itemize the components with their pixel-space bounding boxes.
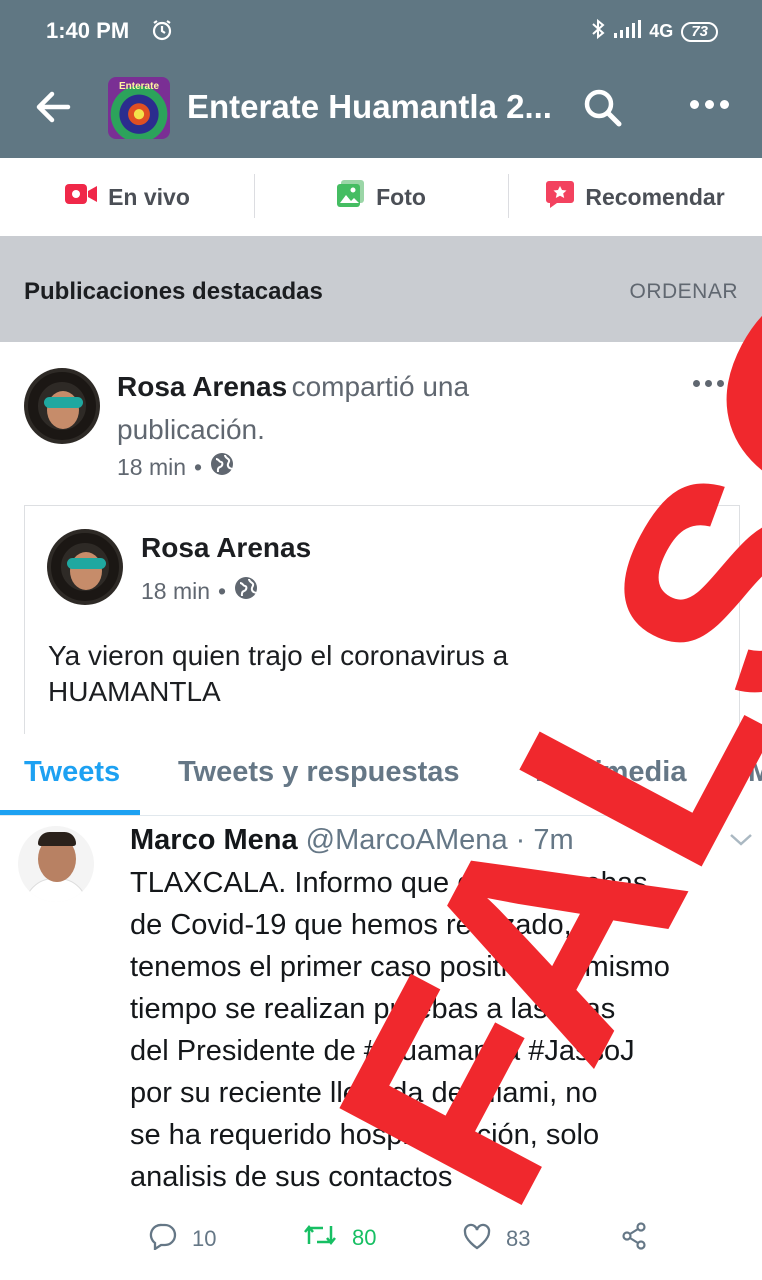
tweet-handle: @MarcoAMena: [305, 824, 508, 856]
separator-dot: •: [218, 577, 227, 604]
tweet-line: tenemos el primer caso positivo, al mism…: [130, 951, 670, 983]
live-label: En vivo: [108, 183, 190, 210]
post-options-icon[interactable]: [693, 380, 724, 387]
share-icon: [620, 1222, 648, 1250]
featured-section-header: Publicaciones destacadas ORDENAR: [0, 236, 762, 342]
recommend-label: Recomendar: [585, 183, 725, 210]
shared-time[interactable]: 18 min: [141, 578, 210, 605]
section-title: Publicaciones destacadas: [24, 278, 323, 305]
sort-button[interactable]: ORDENAR: [629, 280, 738, 304]
post-card: Rosa Arenas compartió una publicación. 1…: [0, 342, 762, 1280]
chevron-down-icon: [728, 832, 754, 853]
tweet-screenshot[interactable]: Tweets Tweets y respuestas Multimedia M …: [0, 734, 762, 1280]
shared-meta: 18 min •: [141, 576, 258, 606]
tweet-author: Marco Mena: [130, 824, 298, 856]
live-video-icon: [64, 181, 98, 213]
globe-icon: [234, 576, 258, 606]
like-count-group: 83: [462, 1222, 530, 1256]
shared-avatar[interactable]: [47, 529, 123, 605]
retweet-icon: [302, 1222, 338, 1254]
reply-icon: [148, 1222, 178, 1256]
avatar[interactable]: [24, 368, 100, 444]
post-action: compartió una: [291, 371, 470, 402]
post-action-2: publicación.: [117, 414, 265, 445]
tweet-line: del Presidente de #Huamantla #JassoJ: [130, 1035, 635, 1067]
photo-button[interactable]: Foto: [254, 158, 508, 236]
retweet-count: 80: [352, 1225, 377, 1250]
shared-text-line: HUAMANTLA: [48, 676, 221, 707]
shared-post-text: Ya vieron quien trajo el coronavirus a H…: [48, 638, 708, 710]
photo-label: Foto: [376, 183, 426, 210]
like-count: 83: [506, 1226, 531, 1251]
group-title[interactable]: Enterate Huamantla 2...: [187, 88, 557, 126]
alarm-icon: [150, 18, 174, 47]
divider: [0, 815, 712, 816]
photo-icon: [336, 179, 366, 215]
heart-icon: [462, 1222, 492, 1256]
tab-more: M: [748, 756, 762, 788]
status-time: 1:40 PM: [46, 18, 130, 43]
tweet-line: de Covid-19 que hemos realizado,: [130, 909, 572, 941]
tweet-line: tiempo se realizan pruebas a las hijas: [130, 993, 616, 1025]
live-button[interactable]: En vivo: [0, 158, 254, 236]
signal-icon: [613, 19, 642, 44]
tab-media: Multimedia: [535, 756, 687, 788]
network-type: 4G: [649, 21, 674, 41]
search-icon[interactable]: [582, 87, 624, 134]
tweet-actions: 10 80 83: [148, 1222, 748, 1262]
recommend-button[interactable]: Recomendar: [508, 158, 762, 236]
retweet-count-group: 80: [302, 1222, 376, 1254]
composer-actions: En vivo Foto Recomendar: [0, 158, 762, 236]
tweet-text: TLAXCALA. Informo que de las pruebas de …: [130, 862, 750, 1198]
shared-author[interactable]: Rosa Arenas: [141, 532, 311, 564]
app-header: 1:40 PM 4G 73 Enterate Enterate Huamantl…: [0, 0, 762, 158]
bluetooth-icon: [591, 18, 605, 45]
post-header: Rosa Arenas compartió una publicación.: [117, 368, 677, 454]
post-time[interactable]: 18 min: [117, 454, 186, 481]
reply-count-group: 10: [148, 1222, 216, 1256]
battery-icon: 73: [681, 21, 718, 42]
tweet-line: TLAXCALA. Informo que de las pruebas: [130, 867, 648, 899]
tweet-line: se ha requerido hospitalización, solo: [130, 1119, 600, 1151]
tweet-line: por su reciente llegada de Miami, no: [130, 1077, 598, 1109]
tweet-line: analisis de sus contactos: [130, 1161, 453, 1193]
shared-post[interactable]: Rosa Arenas 18 min • Ya vieron quien tra…: [24, 505, 740, 737]
reply-count: 10: [192, 1226, 217, 1251]
shared-text-line: Ya vieron quien trajo el coronavirus a: [48, 640, 509, 671]
status-bar: 1:40 PM 4G 73: [0, 0, 762, 62]
separator-dot: •: [194, 453, 203, 480]
more-options-icon[interactable]: [690, 100, 729, 109]
recommend-icon: [545, 179, 575, 215]
post-meta: 18 min •: [117, 452, 234, 482]
group-avatar[interactable]: Enterate: [108, 77, 170, 139]
group-avatar-text: Enterate: [118, 81, 159, 92]
tweet-avatar: [18, 826, 94, 902]
back-arrow-icon[interactable]: [34, 90, 72, 129]
tweet-time: · 7m: [515, 824, 574, 856]
tweet-tabs: Tweets Tweets y respuestas Multimedia M: [0, 734, 762, 820]
globe-icon: [210, 452, 234, 482]
tab-tweets-replies: Tweets y respuestas: [178, 756, 460, 788]
tab-tweets: Tweets: [24, 756, 121, 788]
tweet-header: Marco Mena @MarcoAMena · 7m: [130, 824, 574, 857]
post-author[interactable]: Rosa Arenas: [117, 371, 287, 402]
